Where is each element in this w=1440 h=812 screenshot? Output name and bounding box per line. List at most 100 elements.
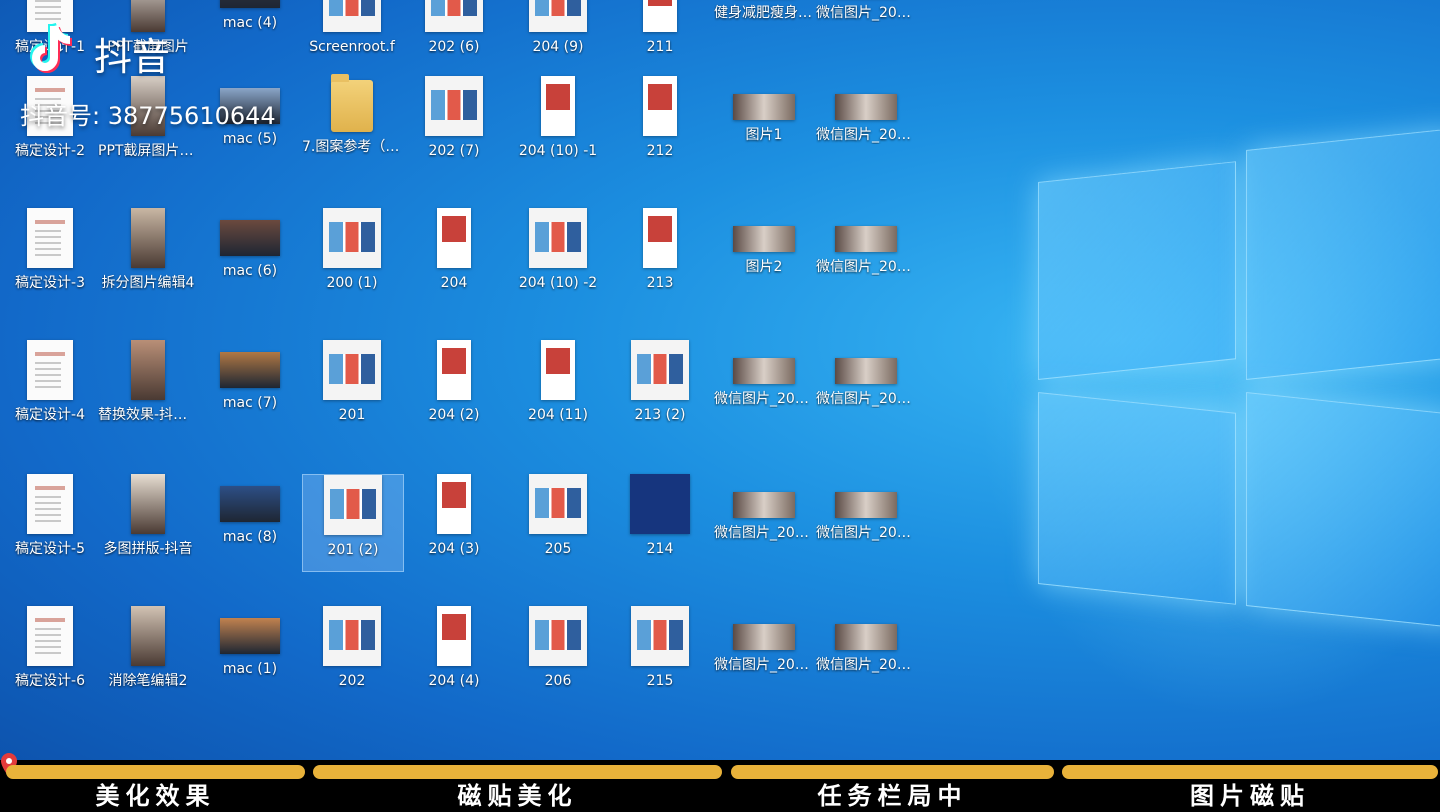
desktop-icon[interactable]: 206 <box>508 606 608 702</box>
desktop-icon-label: 微信图片_2020120... <box>816 5 916 21</box>
image-thumbnail-icon <box>131 474 165 534</box>
image-thumbnail-icon <box>529 0 587 32</box>
desktop-icon[interactable]: 健身减肥瘦身教程减脂运... <box>714 0 814 68</box>
desktop-icon[interactable]: 202 <box>302 606 402 702</box>
desktop-icon[interactable]: 213 (2) <box>610 340 710 436</box>
desktop-icon[interactable]: 7.图案参考（创客贴） <box>302 74 402 172</box>
desktop-icon[interactable]: 图片2 <box>714 208 814 304</box>
desktop-icon[interactable]: 204 (9) <box>508 0 608 68</box>
desktop-icon[interactable]: 205 <box>508 474 608 570</box>
image-thumbnail-icon <box>529 208 587 268</box>
desktop-icon-label: 214 <box>646 541 674 557</box>
chapter-segment-3[interactable] <box>731 765 1054 779</box>
desktop-icon[interactable]: 稿定设计-3 <box>0 208 100 304</box>
desktop-icon[interactable]: 稿定设计-5 <box>0 474 100 570</box>
chapter-label-3[interactable]: 任务栏局中 <box>731 782 1054 810</box>
desktop-icon[interactable]: 214 <box>610 474 710 570</box>
desktop-icon[interactable]: 图片1 <box>714 76 814 172</box>
desktop-icon-label: 205 <box>544 541 572 557</box>
image-thumbnail-icon <box>541 340 575 400</box>
chapter-label-2[interactable]: 磁贴美化 <box>313 782 722 810</box>
desktop-icon[interactable]: 212 <box>610 76 710 172</box>
image-thumbnail-icon <box>835 624 897 650</box>
image-thumbnail-icon <box>425 76 483 136</box>
desktop-icon[interactable]: 微信图片_2020120... <box>816 0 916 68</box>
desktop-icon[interactable]: 多图拼版-抖音 <box>98 474 198 570</box>
desktop-icon[interactable]: mac (8) <box>200 474 300 570</box>
desktop-icon-label: 200 (1) <box>326 275 378 291</box>
desktop-icon-label: 213 <box>646 275 674 291</box>
desktop-icon[interactable]: 201 (2) <box>302 474 404 572</box>
desktop-icon[interactable]: 微信图片_2020120... <box>816 208 916 304</box>
desktop-icon[interactable]: 213 <box>610 208 710 304</box>
desktop-icon-label: 图片2 <box>745 259 783 275</box>
desktop-icon[interactable]: 204 (10) -2 <box>508 208 608 304</box>
image-thumbnail-icon <box>323 208 381 268</box>
image-thumbnail-icon <box>131 208 165 268</box>
desktop-icon[interactable]: 微信图片_2020120... <box>816 76 916 172</box>
desktop-icon-label: 图片1 <box>745 127 783 143</box>
desktop-icon[interactable]: 204 <box>404 208 504 304</box>
video-chapter-bar[interactable]: 美化效果 磁贴美化 任务栏局中 图片磁贴 <box>0 753 1440 812</box>
desktop-icon[interactable]: Screenroot.f <box>302 0 402 68</box>
desktop-icon[interactable]: 201 <box>302 340 402 436</box>
chapter-segment-2[interactable] <box>313 765 722 779</box>
desktop-icon[interactable]: 替换效果-抖音图片 <box>98 340 198 436</box>
image-thumbnail-icon <box>643 0 677 32</box>
desktop-icon-label: 稿定设计-3 <box>15 275 85 291</box>
desktop-icon[interactable]: 204 (3) <box>404 474 504 570</box>
desktop-icon[interactable]: 稿定设计-4 <box>0 340 100 436</box>
desktop-icon[interactable]: 204 (10) -1 <box>508 76 608 172</box>
image-thumbnail-icon <box>425 0 483 32</box>
desktop-icon-label: 微信图片_2020120... <box>816 259 916 275</box>
desktop-icon-label: mac (5) <box>222 131 278 147</box>
image-thumbnail-icon <box>323 340 381 400</box>
desktop-icon[interactable]: 200 (1) <box>302 208 402 304</box>
desktop-icon[interactable]: mac (1) <box>200 606 300 702</box>
desktop-icon[interactable]: 215 <box>610 606 710 702</box>
desktop-icon-label: 稿定设计-4 <box>15 407 85 423</box>
image-thumbnail-icon <box>323 0 381 32</box>
image-thumbnail-icon <box>541 76 575 136</box>
desktop-icon[interactable]: 拆分图片编辑4 <box>98 208 198 304</box>
desktop-icon-label: 202 (6) <box>428 39 480 55</box>
chapter-label-4[interactable]: 图片磁贴 <box>1062 782 1438 810</box>
image-thumbnail-icon <box>437 474 471 534</box>
desktop-icon[interactable]: 202 (6) <box>404 0 504 68</box>
image-thumbnail-icon <box>437 606 471 666</box>
desktop-icon[interactable]: 微信图片_2020120... <box>714 606 814 702</box>
desktop-icon[interactable]: 211 <box>610 0 710 68</box>
chapter-segment-1[interactable] <box>6 765 305 779</box>
desktop-icon-label: mac (8) <box>222 529 278 545</box>
image-thumbnail-icon <box>27 474 73 534</box>
image-thumbnail-icon <box>131 340 165 400</box>
desktop-icon-label: 稿定设计-5 <box>15 541 85 557</box>
desktop-icon[interactable]: 稿定设计-6 <box>0 606 100 702</box>
desktop-icon-label: 替换效果-抖音图片 <box>98 407 198 423</box>
douyin-app-name: 抖音 <box>94 34 171 79</box>
desktop-icon[interactable]: 消除笔编辑2 <box>98 606 198 702</box>
desktop-icon[interactable]: 微信图片_2020120... <box>816 340 916 436</box>
image-thumbnail-icon <box>529 606 587 666</box>
desktop-icon-label: 201 <box>338 407 366 423</box>
desktop-icon[interactable]: 微信图片_2020120... <box>816 474 916 570</box>
chapter-segment-4[interactable] <box>1062 765 1438 779</box>
desktop-icon[interactable]: 微信图片_2020120... <box>816 606 916 702</box>
desktop-icon[interactable]: 204 (2) <box>404 340 504 436</box>
douyin-account-id: 抖音号: 38775610644 <box>20 102 276 130</box>
image-thumbnail-icon <box>733 624 795 650</box>
desktop-icon[interactable]: mac (6) <box>200 208 300 304</box>
desktop-icon[interactable]: mac (7) <box>200 340 300 436</box>
image-thumbnail-icon <box>733 492 795 518</box>
image-thumbnail-icon <box>733 358 795 384</box>
desktop-icon[interactable]: 204 (11) <box>508 340 608 436</box>
desktop-icon-label: 微信图片_2020120... <box>816 525 916 541</box>
desktop-icon[interactable]: 微信图片_2020120... <box>714 340 814 436</box>
desktop-icon[interactable]: 204 (4) <box>404 606 504 702</box>
desktop-icon[interactable]: 微信图片_2020120... <box>714 474 814 570</box>
desktop-icon[interactable]: 202 (7) <box>404 76 504 172</box>
desktop-icon-label: mac (6) <box>222 263 278 279</box>
chapter-label-1[interactable]: 美化效果 <box>6 782 305 810</box>
desktop-icon-label: 204 (10) -2 <box>518 275 598 291</box>
desktop-icon-label: 204 (11) <box>528 407 588 423</box>
